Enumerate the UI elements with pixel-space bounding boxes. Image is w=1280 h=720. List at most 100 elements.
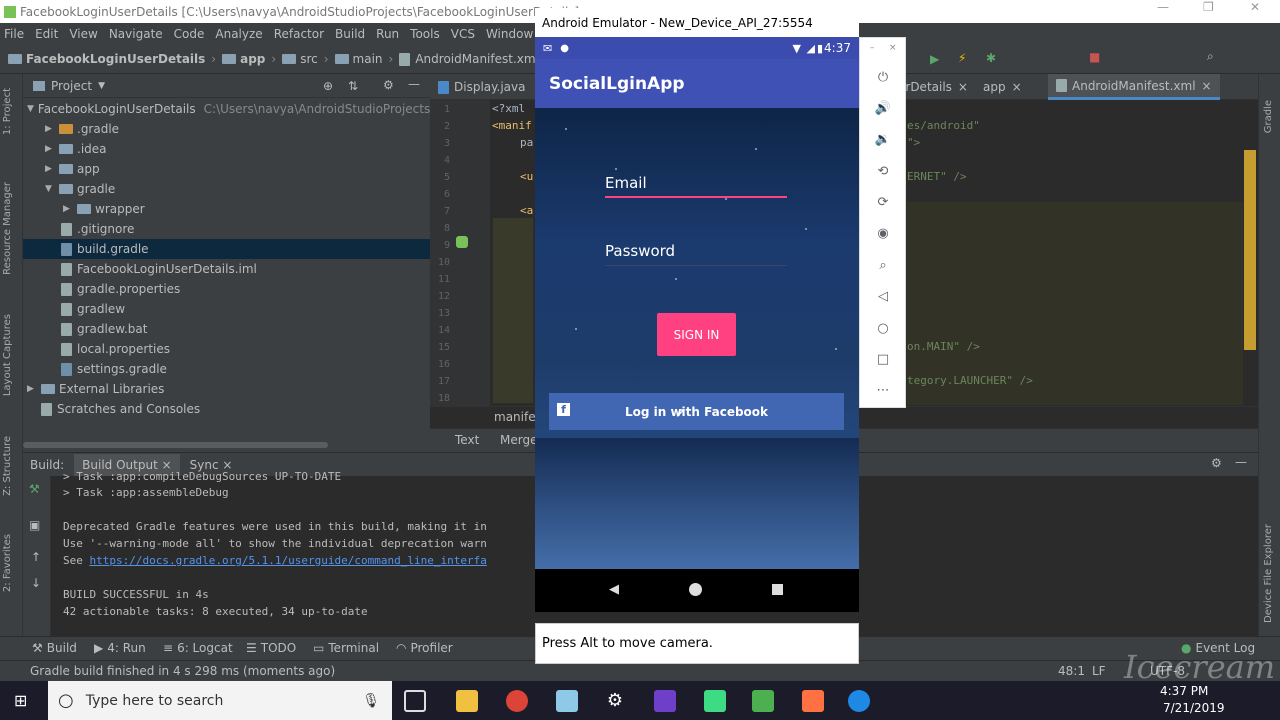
tree-item-gradle-properties[interactable]: gradle.properties [23, 279, 430, 299]
breadcrumb-app[interactable]: app › [222, 52, 276, 66]
camera-icon[interactable]: ◉ [874, 226, 892, 244]
menu-analyze[interactable]: Analyze [215, 27, 262, 41]
horizontal-scrollbar[interactable] [23, 442, 328, 448]
gear-icon[interactable]: ⚙ [1211, 456, 1222, 470]
tab-favorites[interactable]: 2: Favorites [2, 534, 13, 592]
power-icon[interactable]: ⏻ [874, 70, 892, 88]
hide-icon[interactable]: — [1235, 455, 1247, 469]
minimize-icon[interactable]: — [1157, 0, 1169, 14]
back-icon[interactable]: ◀ [609, 582, 619, 597]
settings-icon[interactable]: ⚙ [604, 690, 626, 712]
breadcrumb-src[interactable]: src › [282, 52, 329, 66]
tree-item-gradlew[interactable]: gradlew [23, 299, 430, 319]
microphone-icon[interactable]: 🎙 [362, 693, 380, 709]
tree-item-gradle-dir[interactable]: ▶ .gradle [23, 119, 430, 139]
tab-layout-captures[interactable]: Layout Captures [2, 314, 13, 396]
line-separator[interactable]: LF [1092, 664, 1106, 678]
file-explorer-icon[interactable] [456, 690, 478, 712]
home-icon[interactable] [689, 583, 702, 596]
rotate-right-icon[interactable]: ⟳ [874, 195, 892, 213]
tree-item-build-gradle[interactable]: build.gradle [23, 239, 430, 259]
tree-item-wrapper[interactable]: ▶ wrapper [23, 199, 430, 219]
project-view-selector[interactable]: Project [51, 79, 92, 93]
tree-item-root[interactable]: ▼ FacebookLoginUserDetails C:\Users\navya\… [23, 99, 447, 119]
tool-run[interactable]: ▶ 4: Run [94, 641, 146, 655]
tab-app[interactable]: app × [975, 74, 1030, 100]
help-icon[interactable] [848, 690, 870, 712]
maximize-icon[interactable]: ❐ [1203, 0, 1214, 14]
menu-code[interactable]: Code [174, 27, 205, 41]
clock-date[interactable]: 7/21/2019 [1163, 701, 1225, 715]
menu-tools[interactable]: Tools [410, 27, 440, 41]
arrow-up-icon[interactable]: ↑ [31, 550, 41, 564]
email-field[interactable]: Email [605, 172, 787, 198]
tab-text[interactable]: Text [455, 433, 479, 447]
scroll-marker[interactable] [1244, 150, 1256, 350]
emulator-icon[interactable] [752, 690, 774, 712]
sign-in-button[interactable]: SIGN IN [657, 313, 736, 356]
menu-window[interactable]: Window [486, 27, 533, 41]
volume-up-icon[interactable]: 🔊 [874, 101, 892, 119]
collapse-icon[interactable]: ⇅ [348, 79, 358, 93]
taskbar-search[interactable]: ○ Type here to search 🎙 [48, 681, 392, 720]
chrome-icon[interactable] [506, 690, 528, 712]
recorder-icon[interactable] [802, 690, 824, 712]
hide-icon[interactable]: — [408, 77, 420, 91]
breadcrumb-main[interactable]: main › [334, 52, 393, 66]
breadcrumb-project[interactable]: FacebookLoginUserDetails › [8, 52, 216, 66]
app-icon[interactable] [556, 690, 578, 712]
debug-icon[interactable]: ✱ [986, 51, 996, 65]
tree-item-gradlew-bat[interactable]: gradlew.bat [23, 319, 430, 339]
tab-display-java[interactable]: Display.java [430, 74, 533, 100]
tab-resource-manager[interactable]: Resource Manager [2, 182, 13, 275]
overview-icon[interactable]: □ [874, 352, 892, 370]
clock-time[interactable]: 4:37 PM [1160, 684, 1208, 698]
menu-navigate[interactable]: Navigate [109, 27, 163, 41]
android-gutter-icon[interactable] [456, 236, 468, 248]
android-studio-icon[interactable] [704, 690, 726, 712]
tab-gradle[interactable]: Gradle [1263, 100, 1274, 133]
chevron-down-icon[interactable]: ▼ [98, 81, 105, 91]
tree-item-gradle[interactable]: ▼ gradle [23, 179, 430, 199]
tree-item-scratches[interactable]: Scratches and Consoles [23, 399, 430, 419]
breadcrumb-manifest[interactable]: AndroidManifest.xml [399, 52, 539, 66]
tab-device-file-explorer[interactable]: Device File Explorer [1263, 524, 1274, 623]
arrow-down-icon[interactable]: ↓ [31, 576, 41, 590]
github-icon[interactable] [654, 690, 676, 712]
locate-icon[interactable]: ⊕ [323, 79, 333, 93]
back-icon[interactable]: ◁ [874, 289, 892, 307]
tab-merged-manifest[interactable]: Merge [500, 433, 537, 447]
cursor-position[interactable]: 48:1 [1058, 664, 1085, 678]
menu-edit[interactable]: Edit [35, 27, 58, 41]
gear-icon[interactable]: ⚙ [383, 78, 394, 92]
home-icon[interactable]: ○ [874, 321, 892, 339]
tree-item-settings-gradle[interactable]: settings.gradle [23, 359, 430, 379]
tree-item-gitignore[interactable]: .gitignore [23, 219, 430, 239]
recents-icon[interactable] [772, 584, 783, 595]
menu-build[interactable]: Build [335, 27, 365, 41]
tree-item-app[interactable]: ▶ app [23, 159, 430, 179]
zoom-icon[interactable]: ⌕ [874, 258, 892, 276]
menu-run[interactable]: Run [376, 27, 399, 41]
menu-refactor[interactable]: Refactor [274, 27, 324, 41]
task-view-icon[interactable] [404, 690, 426, 712]
stop-icon[interactable]: ■ [1089, 50, 1100, 64]
tool-terminal[interactable]: ▭ Terminal [313, 641, 379, 655]
tool-profiler[interactable]: ◠ Profiler [396, 641, 453, 655]
menu-file[interactable]: File [4, 27, 24, 41]
facebook-login-button[interactable]: f Log in with Facebook [549, 393, 844, 430]
minimize-icon[interactable]: – [870, 43, 875, 53]
tool-todo[interactable]: ☰ TODO [246, 641, 296, 655]
tool-build[interactable]: ⚒ Build [32, 641, 77, 655]
rotate-left-icon[interactable]: ⟲ [874, 164, 892, 182]
menu-view[interactable]: View [69, 27, 97, 41]
tree-item-iml[interactable]: FacebookLoginUserDetails.iml [23, 259, 430, 279]
close-icon[interactable]: ✕ [1250, 0, 1260, 14]
tab-structure[interactable]: Z: Structure [2, 436, 13, 496]
tool-logcat[interactable]: ≡ 6: Logcat [163, 641, 233, 655]
tree-item-local-properties[interactable]: local.properties [23, 339, 430, 359]
tab-project[interactable]: 1: Project [2, 88, 13, 135]
hammer-icon[interactable]: ⚒ [29, 482, 40, 496]
toggle-view-icon[interactable]: ▣ [29, 518, 40, 532]
tree-item-idea[interactable]: ▶ .idea [23, 139, 430, 159]
